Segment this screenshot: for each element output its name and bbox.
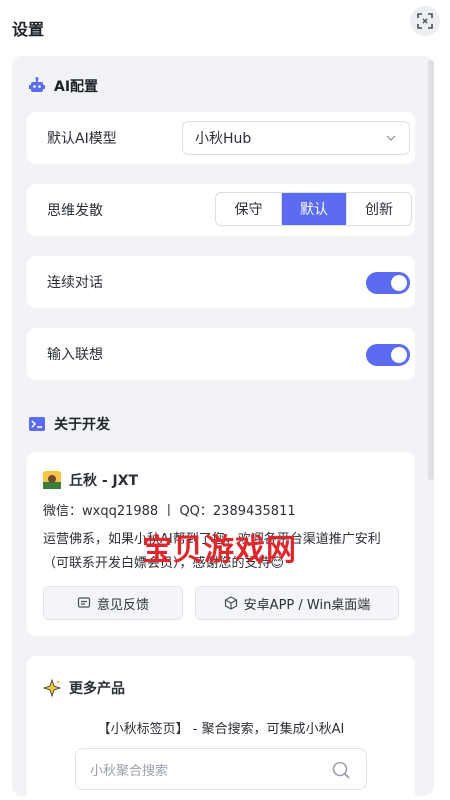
feedback-icon bbox=[77, 597, 91, 608]
top-bar: 设置 bbox=[0, 0, 450, 52]
model-select[interactable]: 小秋Hub bbox=[182, 121, 410, 155]
feedback-label: 意见反馈 bbox=[96, 597, 149, 613]
more-products-card: 更多产品 【小秋标签页】 - 聚合搜索，可集成小秋AI 小秋聚合搜索 bbox=[27, 656, 415, 796]
thinking-label: 思维发散 bbox=[47, 203, 103, 219]
continuous-chat-row: 连续对话 bbox=[27, 256, 415, 308]
cube-icon bbox=[224, 596, 237, 610]
input-suggest-toggle[interactable] bbox=[366, 344, 410, 366]
download-apps-button[interactable]: 安卓APP / Win桌面端 bbox=[195, 586, 399, 620]
developer-contact: 微信：wxqq21988 丨 QQ：2389435811 bbox=[43, 504, 296, 519]
thinking-segmented-control: 保守 默认 创新 bbox=[215, 192, 412, 226]
dev-section-header: 关于开发 bbox=[28, 414, 110, 434]
watermark: 宝贝游戏网 bbox=[142, 533, 297, 568]
chevron-down-icon bbox=[386, 135, 396, 141]
developer-name-row: 丘秋 - JXT bbox=[43, 470, 138, 490]
search-placeholder: 小秋聚合搜索 bbox=[90, 763, 169, 779]
settings-panel: AI配置 默认AI模型 小秋Hub 思维发散 保守 默认 创新 连续对话 输入联… bbox=[12, 56, 434, 796]
more-products-header: 更多产品 bbox=[43, 678, 125, 698]
search-icon[interactable] bbox=[330, 759, 352, 781]
ai-section-title: AI配置 bbox=[54, 79, 99, 95]
model-row: 默认AI模型 小秋Hub bbox=[27, 112, 415, 164]
continuous-chat-toggle[interactable] bbox=[366, 272, 410, 294]
continuous-chat-label: 连续对话 bbox=[47, 275, 103, 291]
robot-icon bbox=[29, 77, 45, 92]
scrollbar[interactable] bbox=[428, 60, 434, 480]
fullscreen-icon bbox=[417, 13, 433, 29]
thinking-option-creative[interactable]: 创新 bbox=[346, 193, 411, 225]
thinking-option-conservative[interactable]: 保守 bbox=[216, 193, 281, 225]
fullscreen-button[interactable] bbox=[410, 6, 440, 36]
toggle-knob bbox=[391, 275, 407, 291]
developer-name: 丘秋 - JXT bbox=[69, 473, 139, 489]
ai-section-header: AI配置 bbox=[28, 76, 98, 96]
thinking-row: 思维发散 保守 默认 创新 bbox=[27, 184, 415, 236]
input-suggest-label: 输入联想 bbox=[47, 347, 103, 363]
more-products-title: 更多产品 bbox=[69, 681, 125, 697]
dev-section-title: 关于开发 bbox=[54, 417, 110, 433]
aggregate-search-input[interactable]: 小秋聚合搜索 bbox=[75, 748, 367, 790]
input-suggest-row: 输入联想 bbox=[27, 328, 415, 380]
terminal-icon bbox=[29, 417, 45, 431]
model-value: 小秋Hub bbox=[195, 131, 252, 147]
product-description: 【小秋标签页】 - 聚合搜索，可集成小秋AI bbox=[97, 722, 345, 737]
page-title: 设置 bbox=[12, 20, 45, 39]
toggle-knob bbox=[391, 347, 407, 363]
feedback-button[interactable]: 意见反馈 bbox=[43, 586, 183, 620]
model-label: 默认AI模型 bbox=[47, 131, 117, 147]
thinking-option-default[interactable]: 默认 bbox=[281, 193, 346, 225]
avatar bbox=[43, 471, 61, 489]
download-apps-label: 安卓APP / Win桌面端 bbox=[243, 597, 371, 613]
sparkle-icon bbox=[43, 679, 61, 697]
